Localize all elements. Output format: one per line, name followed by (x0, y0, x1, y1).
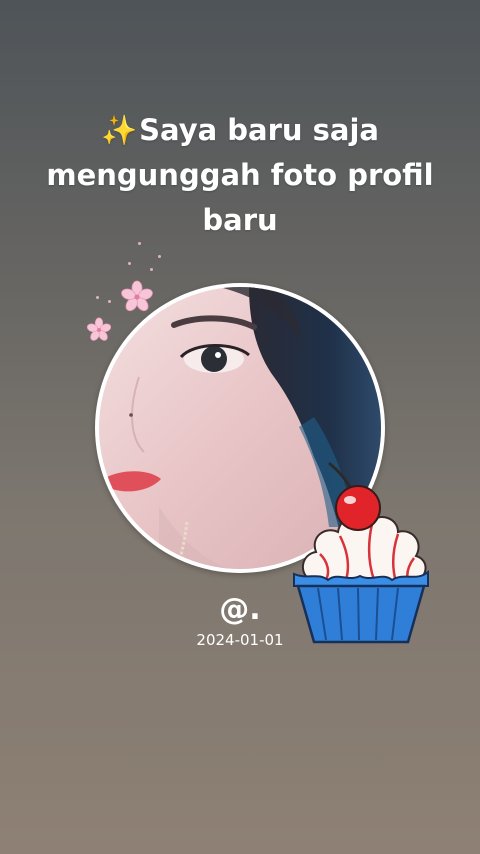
story-headline: ✨Saya baru saja mengunggah foto profil b… (20, 108, 460, 243)
cherry-blossom-icon (121, 280, 153, 312)
sparkle-dot (128, 262, 131, 265)
sparkle-dot (158, 255, 161, 258)
sparkle-dot (138, 242, 141, 245)
upload-date: 2024-01-01 (196, 631, 284, 649)
profile-photo-story: { "story": { "sparkle_icon": "✨", "headl… (0, 0, 480, 854)
sparkle-dot (96, 296, 99, 299)
sparkle-dot (108, 300, 111, 303)
sparkle-icon: ✨ (101, 113, 138, 147)
cherry-blossom-small-icon (86, 317, 112, 341)
username[interactable]: @. (140, 590, 340, 630)
sparkle-dot (150, 268, 153, 271)
